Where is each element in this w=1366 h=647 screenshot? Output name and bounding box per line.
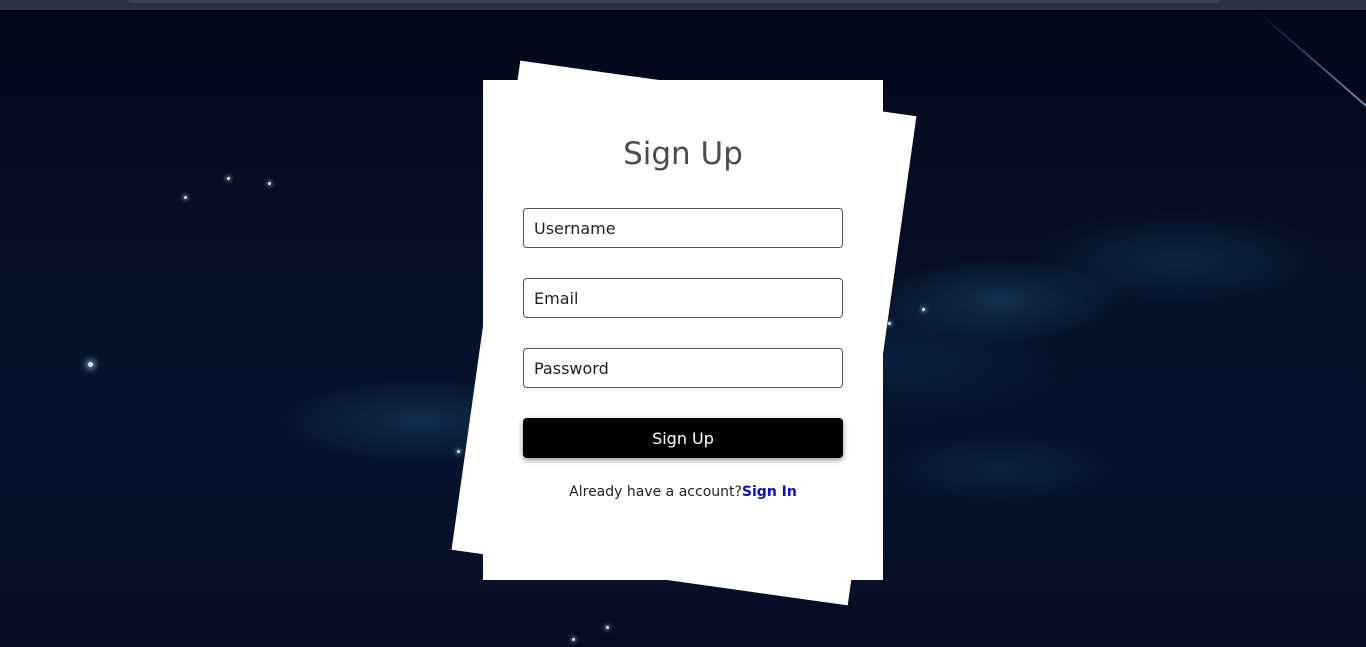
page-title: Sign Up <box>623 136 743 172</box>
username-input[interactable] <box>523 208 843 248</box>
signup-card: Sign Up Sign Up Already have a account?S… <box>483 80 883 580</box>
star <box>888 322 891 325</box>
star <box>922 308 925 311</box>
star <box>227 177 230 180</box>
browser-top-bar <box>0 0 1366 10</box>
sign-up-button[interactable]: Sign Up <box>523 418 843 458</box>
password-input[interactable] <box>523 348 843 388</box>
star <box>457 450 460 453</box>
sign-in-prompt: Already have a account?Sign In <box>483 484 883 500</box>
email-input[interactable] <box>523 278 843 318</box>
star <box>184 196 187 199</box>
browser-address-bar-edge <box>128 0 1220 3</box>
star <box>88 362 93 367</box>
star <box>268 182 271 185</box>
star <box>606 626 609 629</box>
sign-in-link[interactable]: Sign In <box>742 484 797 500</box>
star <box>572 638 575 641</box>
sign-in-prompt-text: Already have a account? <box>569 484 742 500</box>
shooting-star <box>1260 14 1366 108</box>
